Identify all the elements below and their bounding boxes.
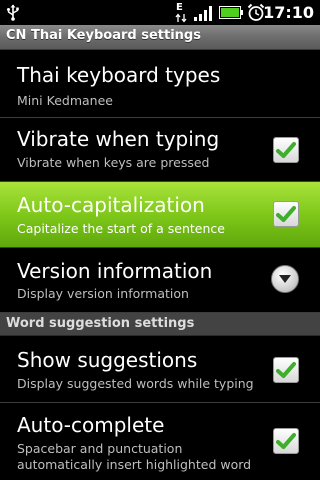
signal-icon — [194, 6, 212, 21]
status-bar: E 17:10 — [0, 0, 320, 25]
setting-auto-complete[interactable]: Auto-complete Spacebar and punctuation a… — [0, 403, 320, 480]
show-suggestions-checkbox[interactable] — [273, 357, 299, 383]
category-header: Word suggestion settings — [0, 313, 320, 336]
auto-capitalization-checkbox[interactable] — [273, 201, 299, 227]
check-icon — [276, 433, 296, 449]
setting-title: Thai keyboard types — [17, 63, 221, 87]
setting-title: Show suggestions — [17, 348, 198, 372]
setting-title: Auto-complete — [17, 413, 165, 437]
auto-complete-checkbox[interactable] — [273, 428, 299, 454]
setting-summary: Mini Kedmanee — [17, 93, 113, 108]
setting-summary: Vibrate when keys are pressed — [17, 155, 210, 170]
setting-title: Version information — [17, 259, 213, 283]
status-time: 17:10 — [263, 3, 314, 22]
setting-vibrate-when-typing[interactable]: Vibrate when typing Vibrate when keys ar… — [0, 118, 320, 182]
setting-auto-capitalization[interactable]: Auto-capitalization Capitalize the start… — [0, 182, 320, 248]
setting-show-suggestions[interactable]: Show suggestions Display suggested words… — [0, 336, 320, 403]
chevron-down-icon — [279, 275, 291, 283]
setting-summary-line2: automatically insert highlighted word — [17, 457, 252, 472]
title-bar: CN Thai Keyboard settings — [0, 25, 320, 50]
usb-icon — [7, 4, 19, 21]
check-icon — [276, 362, 296, 378]
version-dropdown-button[interactable] — [271, 265, 299, 293]
setting-thai-keyboard-types[interactable]: Thai keyboard types Mini Kedmanee — [0, 50, 320, 118]
check-icon — [276, 206, 296, 222]
window-title: CN Thai Keyboard settings — [6, 28, 201, 43]
setting-version-information[interactable]: Version information Display version info… — [0, 248, 320, 313]
setting-summary: Display suggested words while typing — [17, 376, 254, 391]
setting-summary: Capitalize the start of a sentence — [17, 221, 225, 236]
edge-data-icon: E — [175, 2, 187, 23]
setting-title: Vibrate when typing — [17, 127, 220, 151]
setting-title: Auto-capitalization — [17, 193, 205, 217]
vibrate-checkbox[interactable] — [273, 137, 299, 163]
check-icon — [276, 142, 296, 158]
battery-icon — [219, 6, 243, 19]
setting-summary: Display version information — [17, 286, 189, 301]
category-title: Word suggestion settings — [6, 316, 195, 331]
setting-summary-line1: Spacebar and punctuation — [17, 441, 183, 456]
